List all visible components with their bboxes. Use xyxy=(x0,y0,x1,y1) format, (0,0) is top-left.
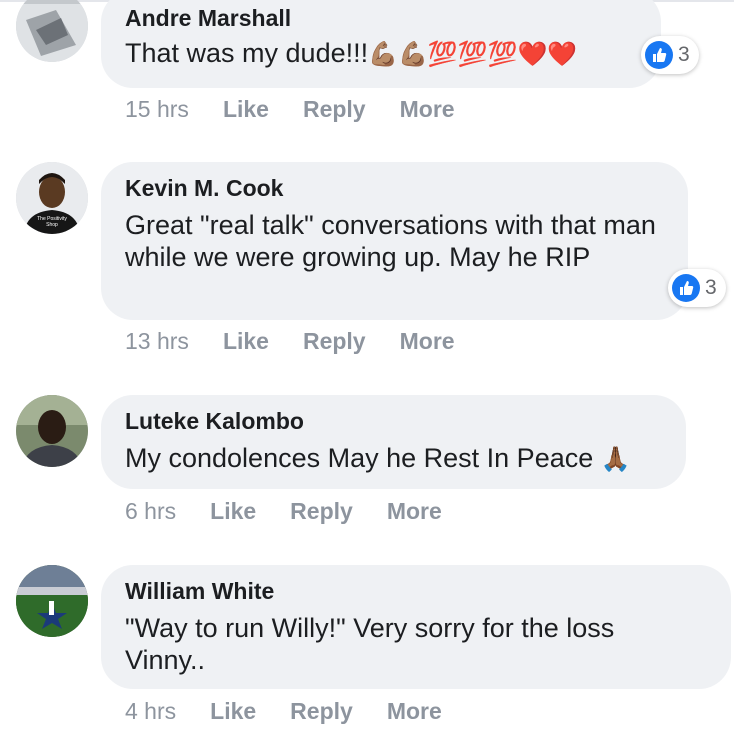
like-reaction-icon xyxy=(672,274,700,302)
comment-bubble: Kevin M. Cook Great "real talk" conversa… xyxy=(101,162,688,320)
comment-text-content: That was my dude!!! xyxy=(125,38,369,68)
reply-button[interactable]: Reply xyxy=(290,498,353,525)
comment-bubble: Andre Marshall That was my dude!!!💪🏽💪🏽💯💯… xyxy=(101,0,661,88)
emoji-sequence: 💪🏽💪🏽💯💯💯❤️❤️ xyxy=(368,40,578,68)
comment-text: Great "real talk" conversations with tha… xyxy=(125,210,656,272)
like-button[interactable]: Like xyxy=(223,96,269,123)
avatar[interactable] xyxy=(16,565,88,637)
reply-button[interactable]: Reply xyxy=(290,698,353,725)
avatar[interactable] xyxy=(16,0,88,62)
reply-button[interactable]: Reply xyxy=(303,96,366,123)
timestamp[interactable]: 4 hrs xyxy=(125,698,176,725)
svg-text:Shop: Shop xyxy=(46,222,58,228)
commenter-name[interactable]: Andre Marshall xyxy=(125,3,637,33)
comment-text-content: My condolences May he Rest In Peace xyxy=(125,443,594,473)
reaction-summary[interactable]: 3 xyxy=(668,269,726,307)
timestamp[interactable]: 13 hrs xyxy=(125,328,189,355)
comment-actions: 13 hrs Like Reply More xyxy=(125,328,455,355)
comment-text: That was my dude!!!💪🏽💪🏽💯💯💯❤️❤️ xyxy=(125,37,637,70)
more-button[interactable]: More xyxy=(400,96,455,123)
comment-text: "Way to run Willy!" Very sorry for the l… xyxy=(125,613,615,675)
like-button[interactable]: Like xyxy=(223,328,269,355)
comment-bubble: Luteke Kalombo My condolences May he Res… xyxy=(101,395,686,489)
reaction-count: 3 xyxy=(678,43,690,66)
timestamp[interactable]: 6 hrs xyxy=(125,498,176,525)
timestamp[interactable]: 15 hrs xyxy=(125,96,189,123)
like-button[interactable]: Like xyxy=(210,698,256,725)
like-button[interactable]: Like xyxy=(210,498,256,525)
avatar[interactable]: The Positivity Shop xyxy=(16,162,88,234)
reaction-summary[interactable]: 3 xyxy=(641,36,699,74)
praying-hands-emoji: 🙏🏾 xyxy=(600,445,631,473)
comment-actions: 4 hrs Like Reply More xyxy=(125,698,442,725)
commenter-name[interactable]: William White xyxy=(125,576,707,606)
like-reaction-icon xyxy=(645,41,673,69)
more-button[interactable]: More xyxy=(400,328,455,355)
reaction-count: 3 xyxy=(705,276,717,299)
more-button[interactable]: More xyxy=(387,498,442,525)
comment-text: My condolences May he Rest In Peace 🙏🏾 xyxy=(125,442,662,475)
comment-actions: 6 hrs Like Reply More xyxy=(125,498,442,525)
more-button[interactable]: More xyxy=(387,698,442,725)
comment-actions: 15 hrs Like Reply More xyxy=(125,96,455,123)
avatar[interactable] xyxy=(16,395,88,467)
commenter-name[interactable]: Kevin M. Cook xyxy=(125,173,664,203)
reply-button[interactable]: Reply xyxy=(303,328,366,355)
comment-bubble: William White "Way to run Willy!" Very s… xyxy=(101,565,731,689)
commenter-name[interactable]: Luteke Kalombo xyxy=(125,406,662,436)
